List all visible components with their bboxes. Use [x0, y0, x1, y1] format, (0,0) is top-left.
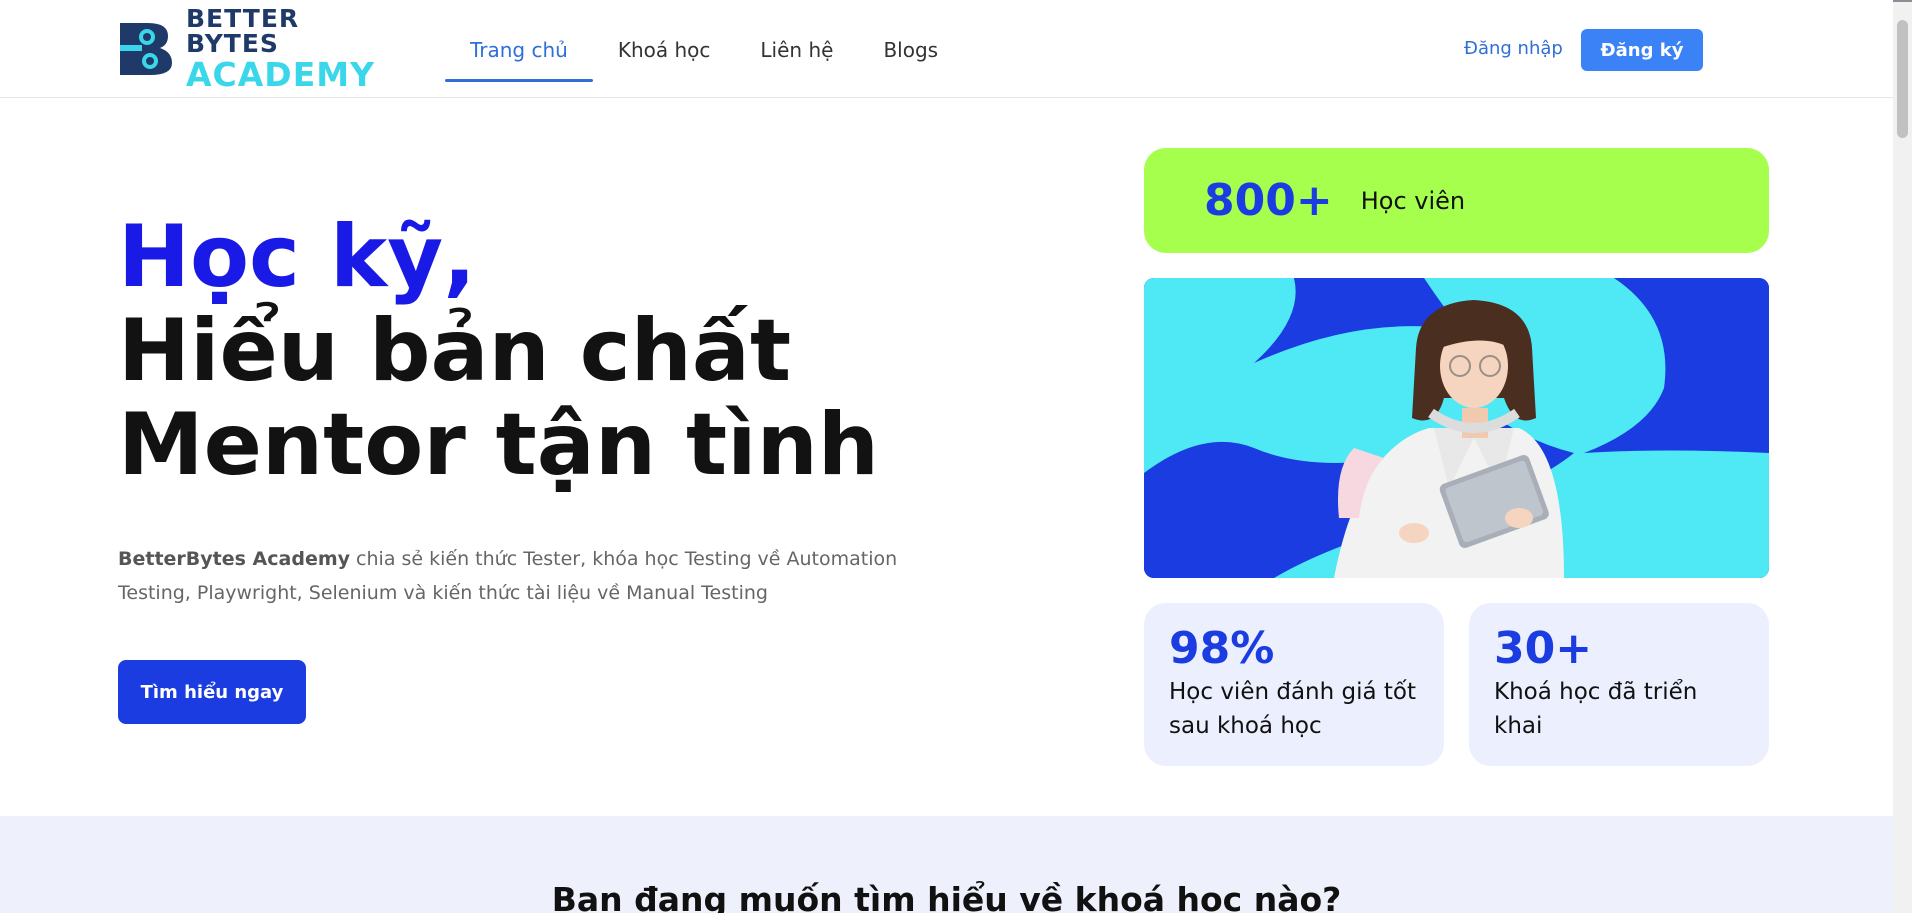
logo-line-1: BETTER BYTES: [186, 3, 300, 58]
learn-more-button[interactable]: Tìm hiểu ngay: [118, 660, 306, 724]
students-stat-card: 800+ Học viên: [1144, 148, 1769, 253]
hero-headline-line-1: Học kỹ,: [118, 207, 476, 307]
brand-logo[interactable]: BETTER BYTES ACADEMY: [118, 6, 388, 91]
nav-item-courses[interactable]: Khoá học: [593, 26, 736, 82]
hero-headline-line-3: Mentor tận tình: [118, 395, 880, 495]
signup-button[interactable]: Đăng ký: [1581, 29, 1703, 71]
courses-stat-label: Khoá học đã triển khai: [1494, 679, 1698, 739]
nav-item-blogs[interactable]: Blogs: [858, 26, 963, 82]
logo-wordmark: BETTER BYTES ACADEMY: [186, 6, 388, 91]
nav-item-contact[interactable]: Liên hệ: [735, 26, 858, 82]
logo-b-icon: [118, 19, 176, 77]
rating-stat-card: 98% Học viên đánh giá tốt sau khoá học: [1144, 603, 1444, 766]
hero-headline: Học kỹ, Hiểu bản chất Mentor tận tình: [118, 210, 879, 492]
main-nav: Trang chủ Khoá học Liên hệ Blogs: [445, 26, 963, 82]
nav-item-home[interactable]: Trang chủ: [445, 26, 593, 82]
rating-stat-label: Học viên đánh giá tốt sau khoá học: [1169, 679, 1417, 739]
site-header: BETTER BYTES ACADEMY Trang chủ Khoá học …: [0, 0, 1893, 98]
students-stat-value: 800+: [1204, 175, 1333, 226]
login-link[interactable]: Đăng nhập: [1464, 38, 1563, 59]
hero-description: BetterBytes Academy chia sẻ kiến thức Te…: [118, 542, 918, 610]
courses-stat-value: 30+: [1494, 623, 1593, 674]
page-scrollbar[interactable]: [1893, 2, 1912, 913]
hero-illustration: [1144, 278, 1769, 578]
hero-description-brand: BetterBytes Academy: [118, 548, 351, 570]
scrollbar-thumb[interactable]: [1897, 20, 1908, 138]
hero-student-image: [1144, 278, 1769, 578]
rating-stat-value: 98%: [1169, 623, 1275, 674]
courses-stat-card: 30+ Khoá học đã triển khai: [1469, 603, 1769, 766]
students-stat-label: Học viên: [1360, 186, 1466, 215]
logo-line-2: ACADEMY: [186, 54, 375, 94]
course-section-title: Bạn đang muốn tìm hiểu về khoá học nào?: [551, 880, 1342, 913]
hero-headline-line-2: Hiểu bản chất: [118, 301, 792, 401]
